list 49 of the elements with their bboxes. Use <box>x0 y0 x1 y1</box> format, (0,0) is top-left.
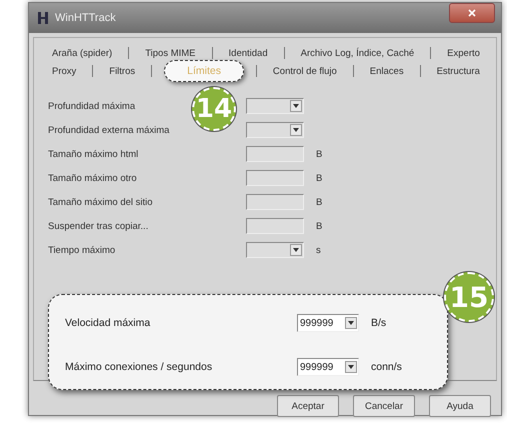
field-label: Tamaño máximo html <box>48 148 138 160</box>
tab[interactable]: Araña (spider) <box>48 48 116 58</box>
field-label: Velocidad máxima <box>65 317 150 329</box>
tab[interactable]: Control de flujo <box>268 66 341 76</box>
dropdown[interactable] <box>246 122 304 138</box>
unit-label: conn/s <box>371 361 402 373</box>
field-label: Tiempo máximo <box>48 244 116 256</box>
dropdown-arrow-icon <box>293 248 299 252</box>
unit-label: B <box>316 148 322 160</box>
dialog-button[interactable]: Cancelar <box>353 395 415 417</box>
dropdown[interactable] <box>246 98 304 114</box>
unit-label: B <box>316 196 322 208</box>
field-label: Máximo conexiones / segundos <box>65 361 212 373</box>
field-label: Profundidad externa máxima <box>48 124 170 136</box>
close-icon <box>468 9 476 17</box>
field-label: Tamaño máximo otro <box>48 172 137 184</box>
dropdown[interactable] <box>246 242 304 258</box>
dropdown-arrow-icon <box>348 321 354 325</box>
field-label: Tamaño máximo del sitio <box>48 196 153 208</box>
dropdown-arrow-icon <box>293 128 299 132</box>
tab[interactable]: Identidad <box>224 48 272 58</box>
dropdown[interactable]: 999999 <box>297 358 359 376</box>
dialog-button[interactable]: Ayuda <box>429 395 491 417</box>
field-label: Profundidad máxima <box>48 100 136 112</box>
unit-label: B/s <box>371 317 386 329</box>
tab[interactable]: Estructura <box>432 66 484 76</box>
unit-label: B <box>316 220 322 232</box>
tab[interactable]: Experto <box>443 48 484 58</box>
step-badge: 15 <box>444 272 494 322</box>
tab[interactable]: Proxy <box>48 66 80 76</box>
step-badge: 14 <box>192 87 236 131</box>
input-field[interactable] <box>246 170 304 186</box>
input-field[interactable] <box>246 218 304 234</box>
input-field[interactable] <box>246 194 304 210</box>
tab[interactable]: Filtros <box>105 66 140 76</box>
tab[interactable]: Enlaces <box>366 66 408 76</box>
input-field[interactable] <box>246 146 304 162</box>
window-title: WinHTTrack <box>55 12 117 24</box>
app-logo-icon <box>37 11 49 25</box>
tab[interactable]: Tipos MIME <box>141 48 200 58</box>
dropdown-arrow-icon <box>293 104 299 108</box>
tab[interactable]: Archivo Log, Índice, Caché <box>296 48 418 58</box>
unit-label: s <box>316 244 321 256</box>
dropdown-arrow-icon <box>348 365 354 369</box>
close-button[interactable] <box>449 3 495 23</box>
field-label: Suspender tras copiar... <box>48 220 148 232</box>
dropdown[interactable]: 999999 <box>297 314 359 332</box>
unit-label: B <box>316 172 322 184</box>
dialog-button[interactable]: Aceptar <box>277 395 339 417</box>
